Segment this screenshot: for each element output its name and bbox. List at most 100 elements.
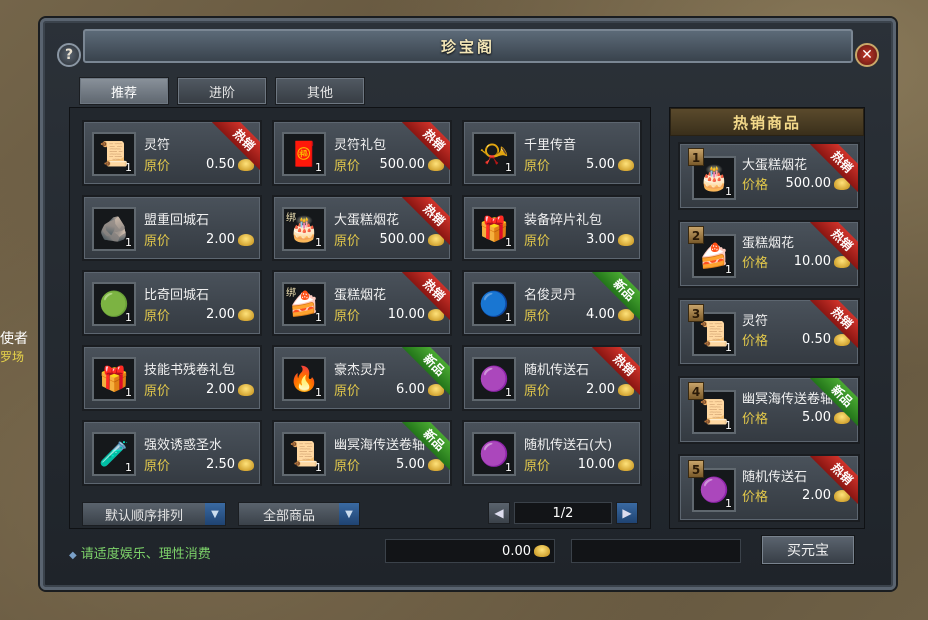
price-value: 0.50 [802, 332, 831, 347]
filter-dropdown[interactable]: 全部商品 ▼ [238, 502, 360, 526]
price-value: 5.00 [586, 157, 615, 172]
purple-stone-icon: 🟣 1 [472, 357, 516, 401]
hot-seller-item[interactable]: 3 📜 1 灵符 价格 0.50 热销 [678, 298, 860, 366]
product-item[interactable]: 🧪 1 强效诱惑圣水 原价 2.50 [82, 420, 262, 486]
product-item[interactable]: 🪨 1 盟重回城石 原价 2.00 [82, 195, 262, 261]
price-label: 原价 [524, 459, 551, 474]
hot-seller-item[interactable]: 4 📜 1 幽冥海传送卷轴 价格 5.00 新品 [678, 376, 860, 444]
hot-seller-item[interactable]: 2 🍰 1 蛋糕烟花 价格 10.00 热销 [678, 220, 860, 288]
item-quantity: 1 [725, 341, 732, 354]
item-quantity: 1 [125, 161, 132, 174]
footer-tip: ◆ 请适度娱乐、理性消费 [69, 543, 211, 562]
hot-seller-item[interactable]: 1 🎂 1 大蛋糕烟花 价格 500.00 热销 [678, 142, 860, 210]
npc-location: 罗场 [0, 350, 25, 364]
price-value: 2.00 [802, 488, 831, 503]
ingot-balance: 0.00 [385, 539, 555, 563]
close-button[interactable]: ✕ [855, 43, 879, 67]
sort-dropdown-label: 默认顺序排列 [104, 508, 183, 524]
background-npc-label: 使者 罗场 [0, 330, 28, 366]
product-item[interactable]: 🍰 绑 1 蛋糕烟花 原价 10.00 热销 [272, 270, 452, 336]
rank-badge: 4 [688, 382, 704, 400]
filter-dropdown-label: 全部商品 [262, 508, 315, 524]
talisman-icon: 📜 1 [92, 132, 136, 176]
item-quantity: 1 [125, 311, 132, 324]
help-button[interactable]: ? [57, 43, 81, 67]
next-page-button[interactable]: ▶ [616, 502, 638, 524]
price-row: 原价 5.00 [524, 155, 634, 174]
sort-dropdown[interactable]: 默认顺序排列 ▼ [82, 502, 226, 526]
rank-badge: 2 [688, 226, 704, 244]
item-quantity: 1 [505, 386, 512, 399]
prev-page-button[interactable]: ◀ [488, 502, 510, 524]
product-item[interactable]: 🔥 1 豪杰灵丹 原价 6.00 新品 [272, 345, 452, 411]
price-value: 2.50 [206, 457, 235, 472]
price-row: 原价 10.00 [334, 305, 444, 324]
price-value: 4.00 [586, 307, 615, 322]
product-item[interactable]: 🎂 绑 1 大蛋糕烟花 原价 500.00 热销 [272, 195, 452, 261]
price-label: 原价 [524, 384, 551, 399]
price-row: 原价 0.50 [144, 155, 254, 174]
item-name: 豪杰灵丹 [334, 363, 387, 378]
hot-seller-item[interactable]: 5 🟣 1 随机传送石 价格 2.00 热销 [678, 454, 860, 522]
gold-ingot-icon [618, 233, 634, 246]
price-row: 原价 2.00 [144, 230, 254, 249]
price-label: 原价 [524, 159, 551, 174]
product-panel: 📜 1 灵符 原价 0.50 热销 🧧 1 灵符礼包 原价 500.00 热销 📯 1 千里传音 原价 5.00… [69, 107, 651, 529]
price-row: 原价 3.00 [524, 230, 634, 249]
product-item[interactable]: 🟣 1 随机传送石(大) 原价 10.00 [462, 420, 642, 486]
hot-sellers-panel: 热销商品 1 🎂 1 大蛋糕烟花 价格 500.00 热销 2 🍰 1 蛋糕烟花 价格 10.00 热销 3… [669, 107, 865, 529]
product-item[interactable]: 🎁 1 装备碎片礼包 原价 3.00 [462, 195, 642, 261]
price-label: 原价 [144, 234, 171, 249]
tab-advanced[interactable]: 进阶 [177, 77, 267, 105]
price-row: 原价 2.00 [524, 380, 634, 399]
price-label: 原价 [334, 459, 361, 474]
npc-name: 使者 [0, 331, 28, 347]
item-name: 蛋糕烟花 [334, 288, 387, 303]
item-quantity: 1 [505, 311, 512, 324]
price-value: 10.00 [793, 254, 831, 269]
page-indicator: 1/2 [514, 502, 612, 524]
buy-ingot-button[interactable]: 买元宝 [761, 535, 855, 565]
price-row: 价格 10.00 [742, 252, 850, 271]
price-label: 价格 [742, 334, 769, 349]
product-item[interactable]: 📯 1 千里传音 原价 5.00 [462, 120, 642, 186]
hot-sellers-title: 热销商品 [670, 108, 864, 136]
gold-ingot-icon [618, 458, 634, 471]
titlebar: 珍宝阁 [83, 29, 853, 63]
item-quantity: 1 [505, 161, 512, 174]
product-item[interactable]: 🟣 1 随机传送石 原价 2.00 热销 [462, 345, 642, 411]
product-item[interactable]: 🟢 1 比奇回城石 原价 2.00 [82, 270, 262, 336]
category-tabs: 推荐 进阶 其他 [79, 77, 365, 105]
green-stone-icon: 🟢 1 [92, 282, 136, 326]
tab-recommend[interactable]: 推荐 [79, 77, 169, 105]
gift-box-icon: 🎁 1 [472, 207, 516, 251]
price-value: 6.00 [396, 382, 425, 397]
potion-icon: 🧪 1 [92, 432, 136, 476]
item-name: 随机传送石 [524, 363, 590, 378]
item-name: 幽冥海传送卷轴 [742, 392, 834, 407]
product-item[interactable]: 🔵 1 名俊灵丹 原价 4.00 新品 [462, 270, 642, 336]
item-name: 大蛋糕烟花 [334, 213, 400, 228]
horn-icon: 📯 1 [472, 132, 516, 176]
item-name: 技能书残卷礼包 [144, 363, 236, 378]
price-row: 原价 500.00 [334, 155, 444, 174]
product-item[interactable]: 🎁 1 技能书残卷礼包 原价 2.00 [82, 345, 262, 411]
price-value: 2.00 [206, 232, 235, 247]
gold-ingot-icon [238, 233, 254, 246]
purple-stone-icon: 🟣 1 [472, 432, 516, 476]
tab-other[interactable]: 其他 [275, 77, 365, 105]
product-item[interactable]: 📜 1 幽冥海传送卷轴 原价 5.00 新品 [272, 420, 452, 486]
product-grid: 📜 1 灵符 原价 0.50 热销 🧧 1 灵符礼包 原价 500.00 热销 📯 1 千里传音 原价 5.00… [82, 120, 642, 486]
big-cake-firework-icon: 🎂 绑 1 [282, 207, 326, 251]
item-name: 蛋糕烟花 [742, 236, 795, 251]
product-item[interactable]: 🧧 1 灵符礼包 原价 500.00 热销 [272, 120, 452, 186]
price-value: 2.00 [206, 382, 235, 397]
item-quantity: 1 [125, 461, 132, 474]
window-title: 珍宝阁 [440, 37, 495, 56]
item-quantity: 1 [315, 386, 322, 399]
item-quantity: 1 [315, 311, 322, 324]
treasure-shop-window: 珍宝阁 ? ✕ 推荐 进阶 其他 📜 1 灵符 原价 0.50 热销 🧧 1 灵符礼包 原价 500… [40, 18, 896, 590]
product-item[interactable]: 📜 1 灵符 原价 0.50 热销 [82, 120, 262, 186]
item-name: 比奇回城石 [144, 288, 210, 303]
price-row: 原价 10.00 [524, 455, 634, 474]
